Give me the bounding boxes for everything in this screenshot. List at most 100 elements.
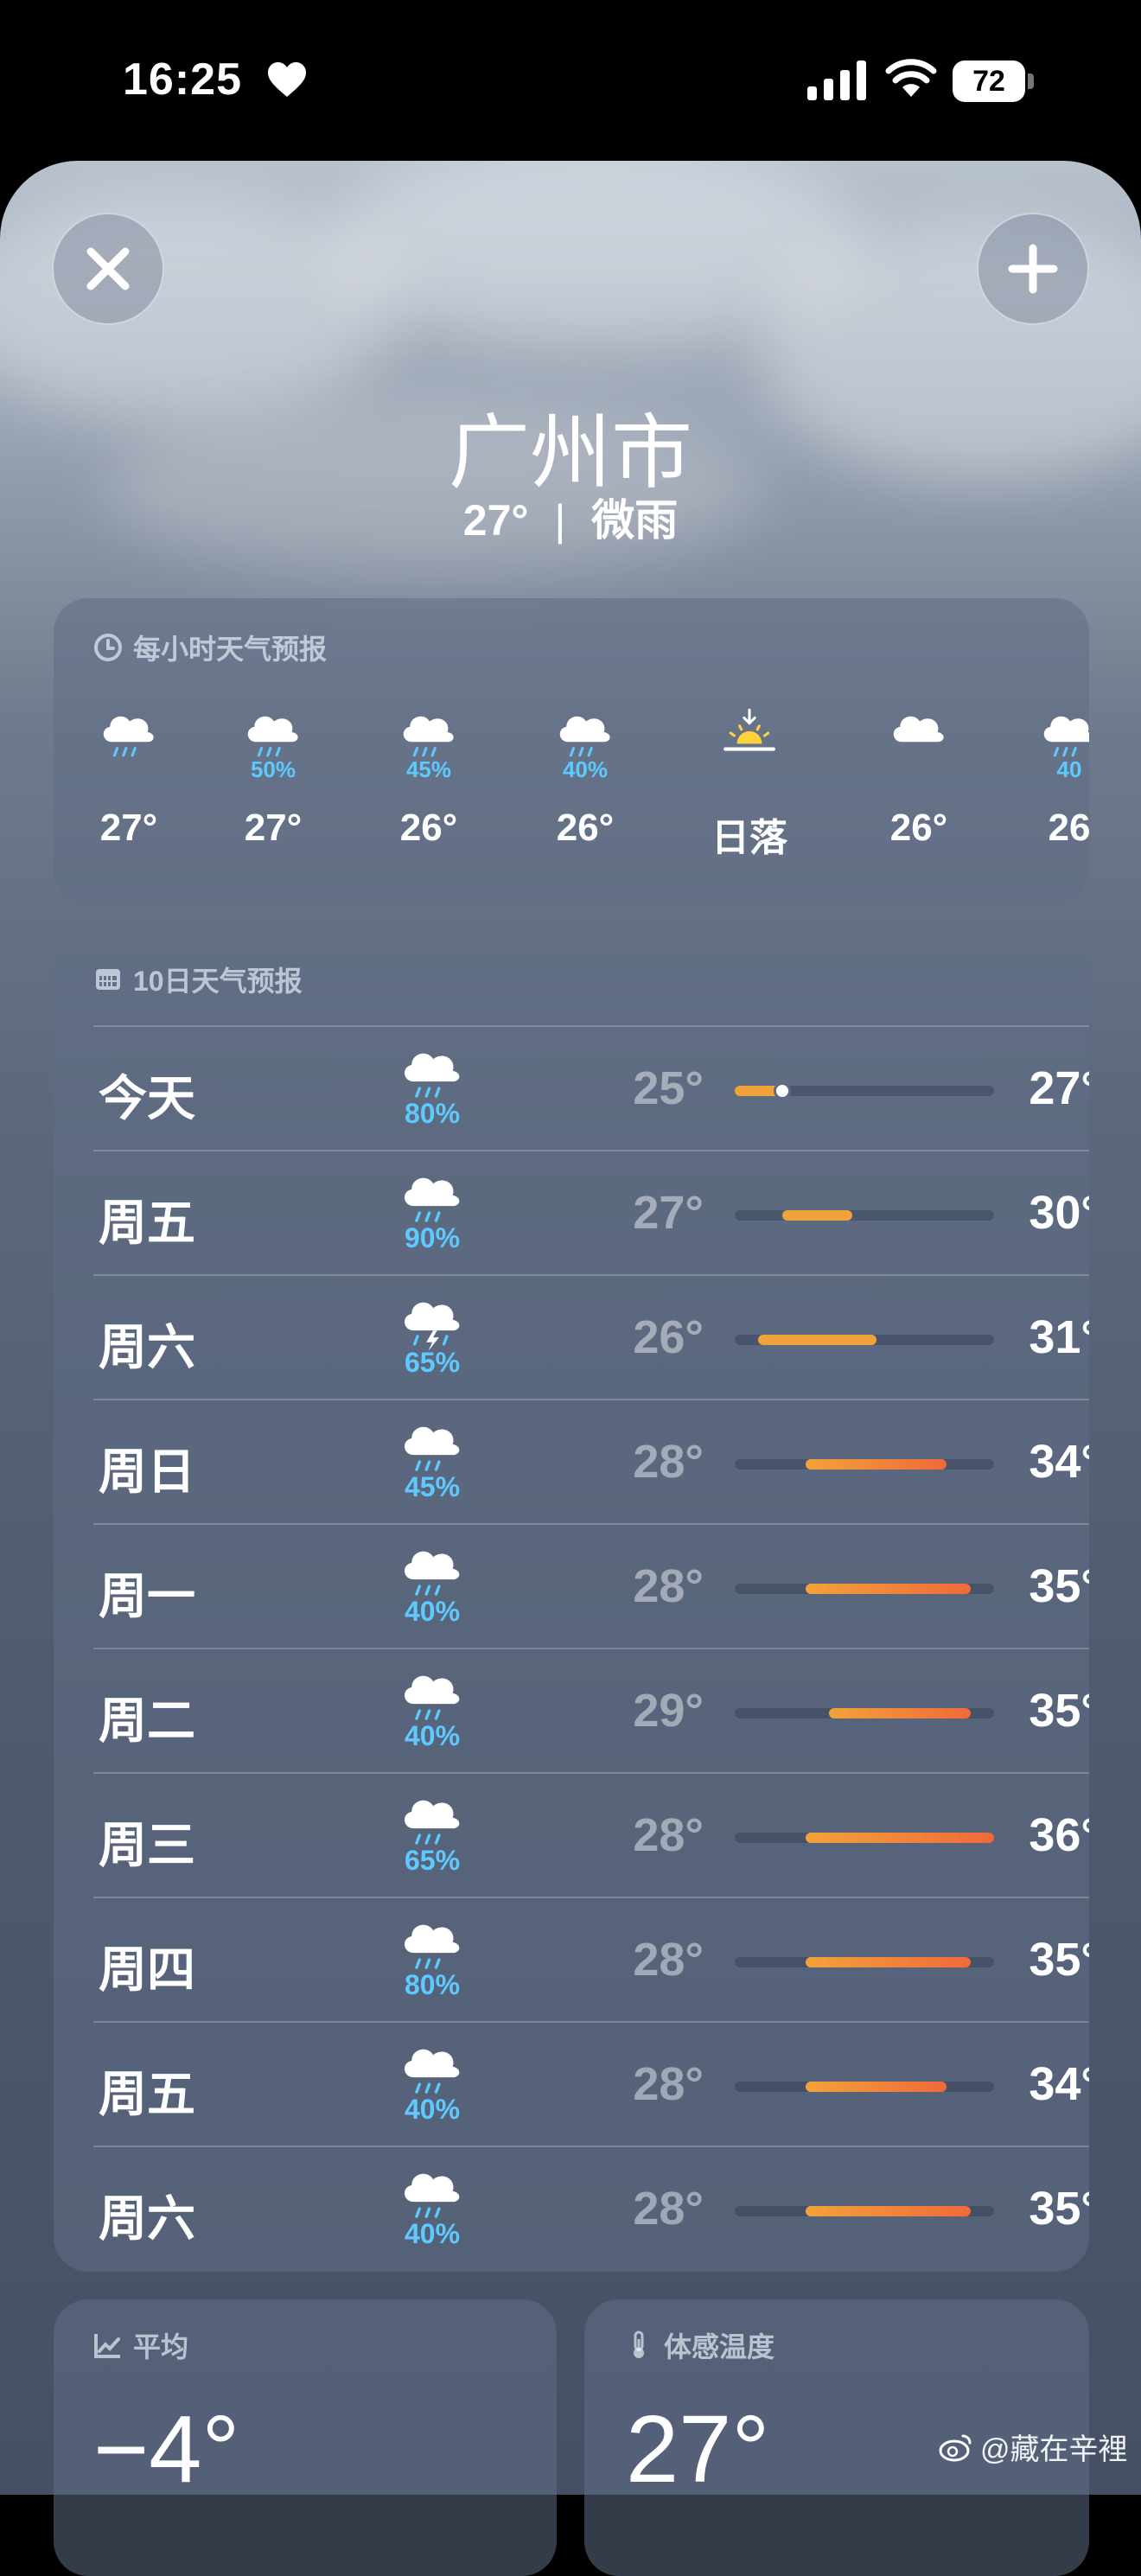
day-name: 今天 xyxy=(99,1071,195,1125)
day-name: 周六 xyxy=(99,1320,195,1374)
row-divider xyxy=(93,1399,1089,1400)
average-title: 平均 xyxy=(93,2325,188,2365)
hourly-temp: 26° xyxy=(399,807,458,849)
day-high-temp: 31° xyxy=(1029,1311,1089,1363)
hourly-icon-wrap xyxy=(208,706,338,757)
average-title-text: 平均 xyxy=(133,2331,189,2362)
temp-range-bar xyxy=(805,1459,947,1470)
temp-range-track xyxy=(735,1584,994,1594)
temp-range-track xyxy=(735,1335,994,1345)
row-divider xyxy=(93,1772,1089,1774)
add-location-button[interactable] xyxy=(977,213,1089,325)
feels-like-value: 27° xyxy=(626,2396,770,2503)
average-card[interactable]: 平均 −4° xyxy=(54,2299,557,2576)
wifi-icon xyxy=(885,59,937,97)
battery-indicator: 72 xyxy=(953,61,1036,102)
ten-day-forecast-card[interactable]: 10日天气预报 今天80%25°27°周五90%27°30°周六65%26°31… xyxy=(54,934,1089,2272)
rain-cloud-icon xyxy=(405,1426,460,1471)
rain-cloud-icon xyxy=(405,2049,460,2094)
day-name: 周六 xyxy=(99,2191,195,2246)
hourly-title: 每小时天气预报 xyxy=(93,628,327,667)
day-low-temp: 28° xyxy=(633,2183,704,2235)
status-time: 16:25 xyxy=(123,54,242,105)
day-row[interactable]: 周六65%26°31° xyxy=(93,1274,1089,1399)
day-icon-wrap xyxy=(398,1416,467,1476)
plus-icon xyxy=(1008,244,1058,294)
hourly-temp: 26 xyxy=(1048,807,1089,849)
day-high-temp: 34° xyxy=(1029,1436,1089,1488)
rain-cloud-icon xyxy=(1043,716,1089,757)
clock-icon xyxy=(94,634,122,661)
day-icon-wrap xyxy=(398,1540,467,1601)
day-low-temp: 27° xyxy=(633,1187,704,1239)
trend-chart-icon xyxy=(94,2334,120,2358)
temp-range-track xyxy=(735,2206,994,2216)
cloud-icon xyxy=(893,716,944,743)
watermark-text: @藏在辛裡 xyxy=(980,2433,1128,2466)
day-row[interactable]: 周六40%28°35° xyxy=(93,2146,1089,2270)
temp-range-bar xyxy=(805,2206,971,2216)
day-low-temp: 28° xyxy=(633,1436,704,1488)
rain-cloud-icon xyxy=(405,1551,460,1596)
day-low-temp: 26° xyxy=(633,1311,704,1363)
calendar-icon xyxy=(96,969,120,990)
hourly-forecast-card[interactable]: 每小时天气预报 27° 50% 27° 45% 26° 40% 26° 日落 26° 40 26 xyxy=(54,598,1089,904)
day-icon-wrap xyxy=(398,1665,467,1725)
temp-range-track xyxy=(735,1833,994,1843)
temp-range-track xyxy=(735,1957,994,1967)
ten-day-title: 10日天气预报 xyxy=(93,960,303,999)
day-row[interactable]: 周四80%28°35° xyxy=(93,1897,1089,2021)
day-high-temp: 35° xyxy=(1029,1934,1089,1986)
row-divider xyxy=(93,1274,1089,1276)
hourly-item: 50% 27° xyxy=(208,706,338,850)
weibo-logo-icon xyxy=(939,2434,972,2461)
day-name: 周一 xyxy=(99,1569,195,1623)
day-row[interactable]: 周日45%28°34° xyxy=(93,1399,1089,1523)
hourly-temp: 26° xyxy=(556,807,615,849)
day-row[interactable]: 周三65%28°36° xyxy=(93,1772,1089,1897)
day-high-temp: 34° xyxy=(1029,2058,1089,2110)
current-summary: 27° | 微雨 xyxy=(0,486,1141,548)
day-name: 周四 xyxy=(99,1942,195,1997)
hourly-icon-wrap xyxy=(854,706,984,756)
hourly-icon-wrap xyxy=(1004,706,1089,757)
day-name: 周二 xyxy=(99,1693,195,1748)
day-name: 周五 xyxy=(99,2067,195,2121)
day-low-temp: 28° xyxy=(633,2058,704,2110)
close-button[interactable] xyxy=(52,213,164,325)
day-icon-wrap xyxy=(398,2038,467,2099)
day-row[interactable]: 周五90%27°30° xyxy=(93,1150,1089,1274)
ten-day-title-text: 10日天气预报 xyxy=(133,966,303,997)
temp-range-bar xyxy=(758,1335,876,1345)
current-condition: 微雨 xyxy=(591,496,679,545)
feels-like-title: 体感温度 xyxy=(624,2325,774,2365)
day-icon-wrap xyxy=(398,1789,467,1850)
day-row[interactable]: 周二40%29°35° xyxy=(93,1648,1089,1772)
temp-range-track xyxy=(735,1210,994,1221)
rain-cloud-icon xyxy=(405,2173,460,2218)
hourly-item: 45% 26° xyxy=(364,706,494,850)
thunderstorm-icon xyxy=(405,1302,460,1351)
temp-range-track xyxy=(735,1082,994,1100)
rain-cloud-icon xyxy=(405,1675,460,1720)
day-icon-wrap xyxy=(398,2163,467,2223)
day-icon-wrap xyxy=(398,1167,467,1227)
hourly-item: 日落 xyxy=(685,706,814,862)
day-high-temp: 36° xyxy=(1029,1809,1089,1861)
signal-icon xyxy=(807,61,866,100)
temp-range-bar xyxy=(805,1584,971,1594)
status-bar: 16:25 72 xyxy=(0,0,1141,164)
row-divider xyxy=(93,2021,1089,2023)
current-temp-dot xyxy=(773,1082,791,1100)
feels-like-title-text: 体感温度 xyxy=(664,2331,775,2362)
hourly-temp: 27° xyxy=(244,807,303,849)
temp-range-bar xyxy=(781,1210,853,1221)
hourly-temp: 27° xyxy=(99,807,158,849)
average-value: −4° xyxy=(93,2396,240,2503)
day-row[interactable]: 周五40%28°34° xyxy=(93,2021,1089,2146)
day-row[interactable]: 周一40%28°35° xyxy=(93,1523,1089,1648)
rain-cloud-icon xyxy=(247,716,298,757)
day-name: 周三 xyxy=(99,1818,195,1872)
day-high-temp: 35° xyxy=(1029,1560,1089,1612)
day-row[interactable]: 今天80%25°27° xyxy=(93,1025,1089,1150)
